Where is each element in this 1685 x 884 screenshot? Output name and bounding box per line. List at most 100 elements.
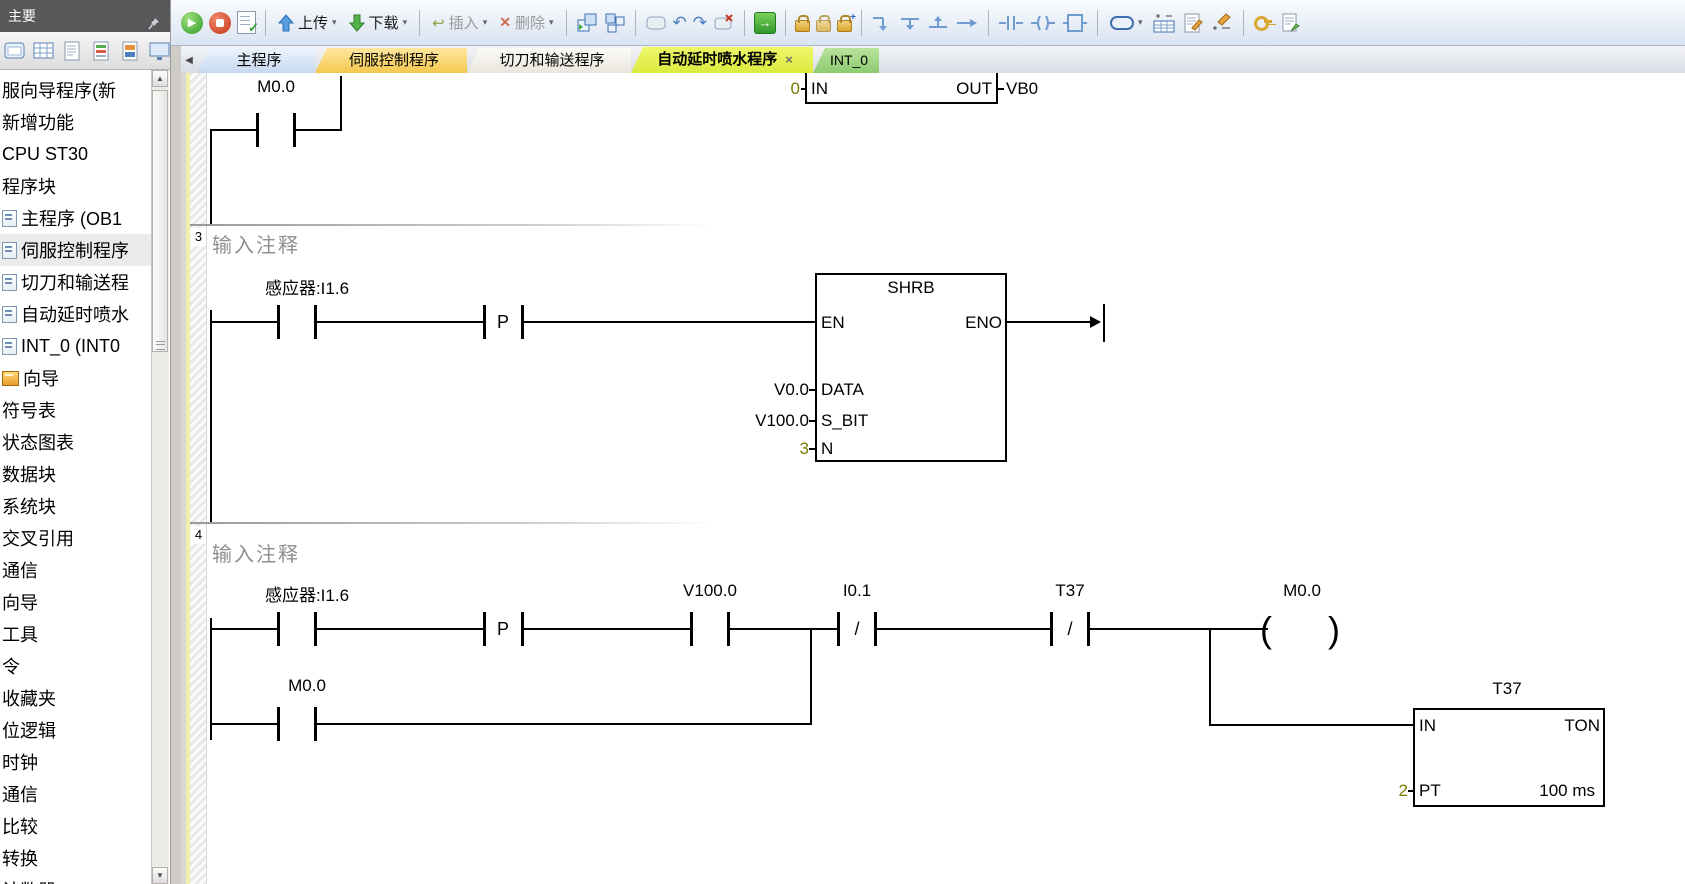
scroll-up-button[interactable]: ▲ xyxy=(152,70,168,87)
lock-icon[interactable] xyxy=(795,20,810,32)
tree-item[interactable]: 服向导程序(新 xyxy=(0,74,152,106)
coil-right-paren[interactable]: ) xyxy=(1328,610,1340,650)
branch-merge-down-icon[interactable] xyxy=(899,12,921,34)
tree-item[interactable]: 转换 xyxy=(0,842,152,874)
contact-operand[interactable]: T37 xyxy=(1055,581,1084,601)
tree-item-label: 符号表 xyxy=(2,397,56,423)
tree-item[interactable]: 比较 xyxy=(0,810,152,842)
tree-item[interactable]: 交叉引用 xyxy=(0,522,152,554)
stop-button[interactable] xyxy=(209,12,231,34)
tree-item[interactable]: 切刀和输送程 xyxy=(0,266,152,298)
contact-operand[interactable]: 感应器:I1.6 xyxy=(265,274,349,299)
contact-operand[interactable]: M0.0 xyxy=(288,676,326,696)
timer-pt-operand[interactable]: 2 xyxy=(1370,781,1408,801)
tree-item[interactable]: INT_0 (INT0 xyxy=(0,330,152,362)
edit-sheet-icon[interactable] xyxy=(1182,12,1204,34)
document-icon[interactable] xyxy=(62,41,84,61)
tile-windows-icon[interactable] xyxy=(604,12,626,34)
tree-item[interactable]: 系统块 xyxy=(0,490,152,522)
tree-item[interactable]: 通信 xyxy=(0,554,152,586)
tab-cutter-conveyor-program[interactable]: 切刀和输送程序 xyxy=(467,48,631,73)
clear-box-icon[interactable] xyxy=(713,13,735,33)
tree-item[interactable]: 计数器 xyxy=(0,874,152,884)
scroll-thumb[interactable] xyxy=(152,90,168,352)
box-output-operand[interactable]: VB0 xyxy=(1006,79,1038,99)
tree-item[interactable]: 时钟 xyxy=(0,746,152,778)
upload-button[interactable]: 上传 ▾ xyxy=(275,10,340,35)
network-number[interactable]: 4 xyxy=(191,526,206,544)
box-operand-n[interactable]: 3 xyxy=(771,439,809,459)
edge-contact-p[interactable]: P xyxy=(497,619,509,640)
tree-item[interactable]: 程序块 xyxy=(0,170,152,202)
tree-item[interactable]: 新增功能 xyxy=(0,106,152,138)
tree-item[interactable]: 位逻辑 xyxy=(0,714,152,746)
coil-element-icon[interactable] xyxy=(1030,12,1056,34)
window-icon[interactable] xyxy=(4,41,26,61)
edit-address-icon[interactable] xyxy=(1210,12,1234,34)
address-table-icon[interactable] xyxy=(1152,12,1176,34)
tab-scroll-left-button[interactable]: ◀ xyxy=(181,48,197,73)
branch-merge-up-icon[interactable] xyxy=(927,12,949,34)
grid-icon[interactable] xyxy=(33,41,55,61)
box-operand-sbit[interactable]: V100.0 xyxy=(710,411,809,431)
close-icon[interactable]: × xyxy=(785,47,793,73)
delete-button[interactable]: ✕ 删除 ▾ xyxy=(496,10,556,35)
protect-sheet-icon[interactable] xyxy=(1279,12,1301,34)
tree-item[interactable]: 通信 xyxy=(0,778,152,810)
tree-item[interactable]: CPU ST30 xyxy=(0,138,152,170)
contact-element-icon[interactable] xyxy=(998,12,1024,34)
tree-item[interactable]: 符号表 xyxy=(0,394,152,426)
lock-add-icon[interactable] xyxy=(837,20,852,32)
shrb-box[interactable] xyxy=(815,273,1007,462)
network-comment[interactable]: 输入注释 xyxy=(212,538,300,567)
box-input-operand[interactable]: 0 xyxy=(762,79,800,99)
branch-down-icon[interactable] xyxy=(871,12,893,34)
select-box-icon[interactable] xyxy=(645,14,667,32)
wire-right-icon[interactable] xyxy=(955,12,979,34)
network-comment[interactable]: 输入注释 xyxy=(212,229,300,258)
tree-item[interactable]: 主程序 (OB1 xyxy=(0,202,152,234)
insert-button[interactable]: ↩ 插入 ▾ xyxy=(429,10,490,35)
undo-icon[interactable]: ↶ xyxy=(673,13,687,33)
contact-operand[interactable]: I0.1 xyxy=(843,581,871,601)
tree-item[interactable]: 工具 xyxy=(0,618,152,650)
ladder-canvas[interactable]: M0.0 0 IN OUT VB0 3 输入注释 感应器:I1.6 xyxy=(190,73,1685,884)
network-number[interactable]: 3 xyxy=(191,228,206,246)
run-button[interactable]: ▶ xyxy=(181,12,203,34)
download-button[interactable]: 下载 ▾ xyxy=(346,10,411,35)
key-icon[interactable] xyxy=(1253,13,1273,33)
screen-icon[interactable] xyxy=(149,41,170,61)
tree-item[interactable]: 向导 xyxy=(0,586,152,618)
tree-item[interactable]: 令 xyxy=(0,650,152,682)
tab-servo-program[interactable]: 伺服控制程序 xyxy=(315,48,467,73)
tree-item[interactable]: 伺服控制程序 xyxy=(0,234,152,266)
coil-operand[interactable]: M0.0 xyxy=(1283,581,1321,601)
tree-item[interactable]: 状态图表 xyxy=(0,426,152,458)
document-table-icon[interactable] xyxy=(91,41,113,61)
tree-item[interactable]: 自动延时喷水 xyxy=(0,298,152,330)
address-tag-button[interactable]: ▾ xyxy=(1107,13,1146,33)
document-colored-icon[interactable] xyxy=(120,41,142,61)
tree-item[interactable]: 数据块 xyxy=(0,458,152,490)
scroll-down-button[interactable]: ▼ xyxy=(152,867,168,884)
compile-button[interactable]: ✓ xyxy=(237,11,256,34)
box-operand-data[interactable]: V0.0 xyxy=(710,380,809,400)
tab-main-program[interactable]: 主程序 xyxy=(197,48,315,73)
timer-name[interactable]: T37 xyxy=(1492,679,1521,699)
tree-item[interactable]: 收藏夹 xyxy=(0,682,152,714)
tab-auto-delay-spray-program[interactable]: 自动延时喷水程序 × xyxy=(631,47,813,73)
cascade-windows-icon[interactable] xyxy=(576,12,598,34)
redo-icon[interactable]: ↷ xyxy=(693,13,707,33)
coil-left-paren[interactable]: ( xyxy=(1260,610,1272,650)
go-to-icon[interactable]: → xyxy=(754,12,776,34)
contact-operand[interactable]: V100.0 xyxy=(683,581,737,601)
contact-operand[interactable]: M0.0 xyxy=(257,77,295,97)
edge-contact-p[interactable]: P xyxy=(497,312,509,333)
contact-operand[interactable]: 感应器:I1.6 xyxy=(265,581,349,606)
tab-int0[interactable]: INT_0 xyxy=(813,48,879,73)
box-element-icon[interactable] xyxy=(1062,12,1088,34)
unlock-icon[interactable] xyxy=(816,20,831,32)
tree-item[interactable]: 向导 xyxy=(0,362,152,394)
tree-scrollbar[interactable]: ▲ ▼ xyxy=(151,70,169,884)
doc-icon xyxy=(2,306,17,323)
